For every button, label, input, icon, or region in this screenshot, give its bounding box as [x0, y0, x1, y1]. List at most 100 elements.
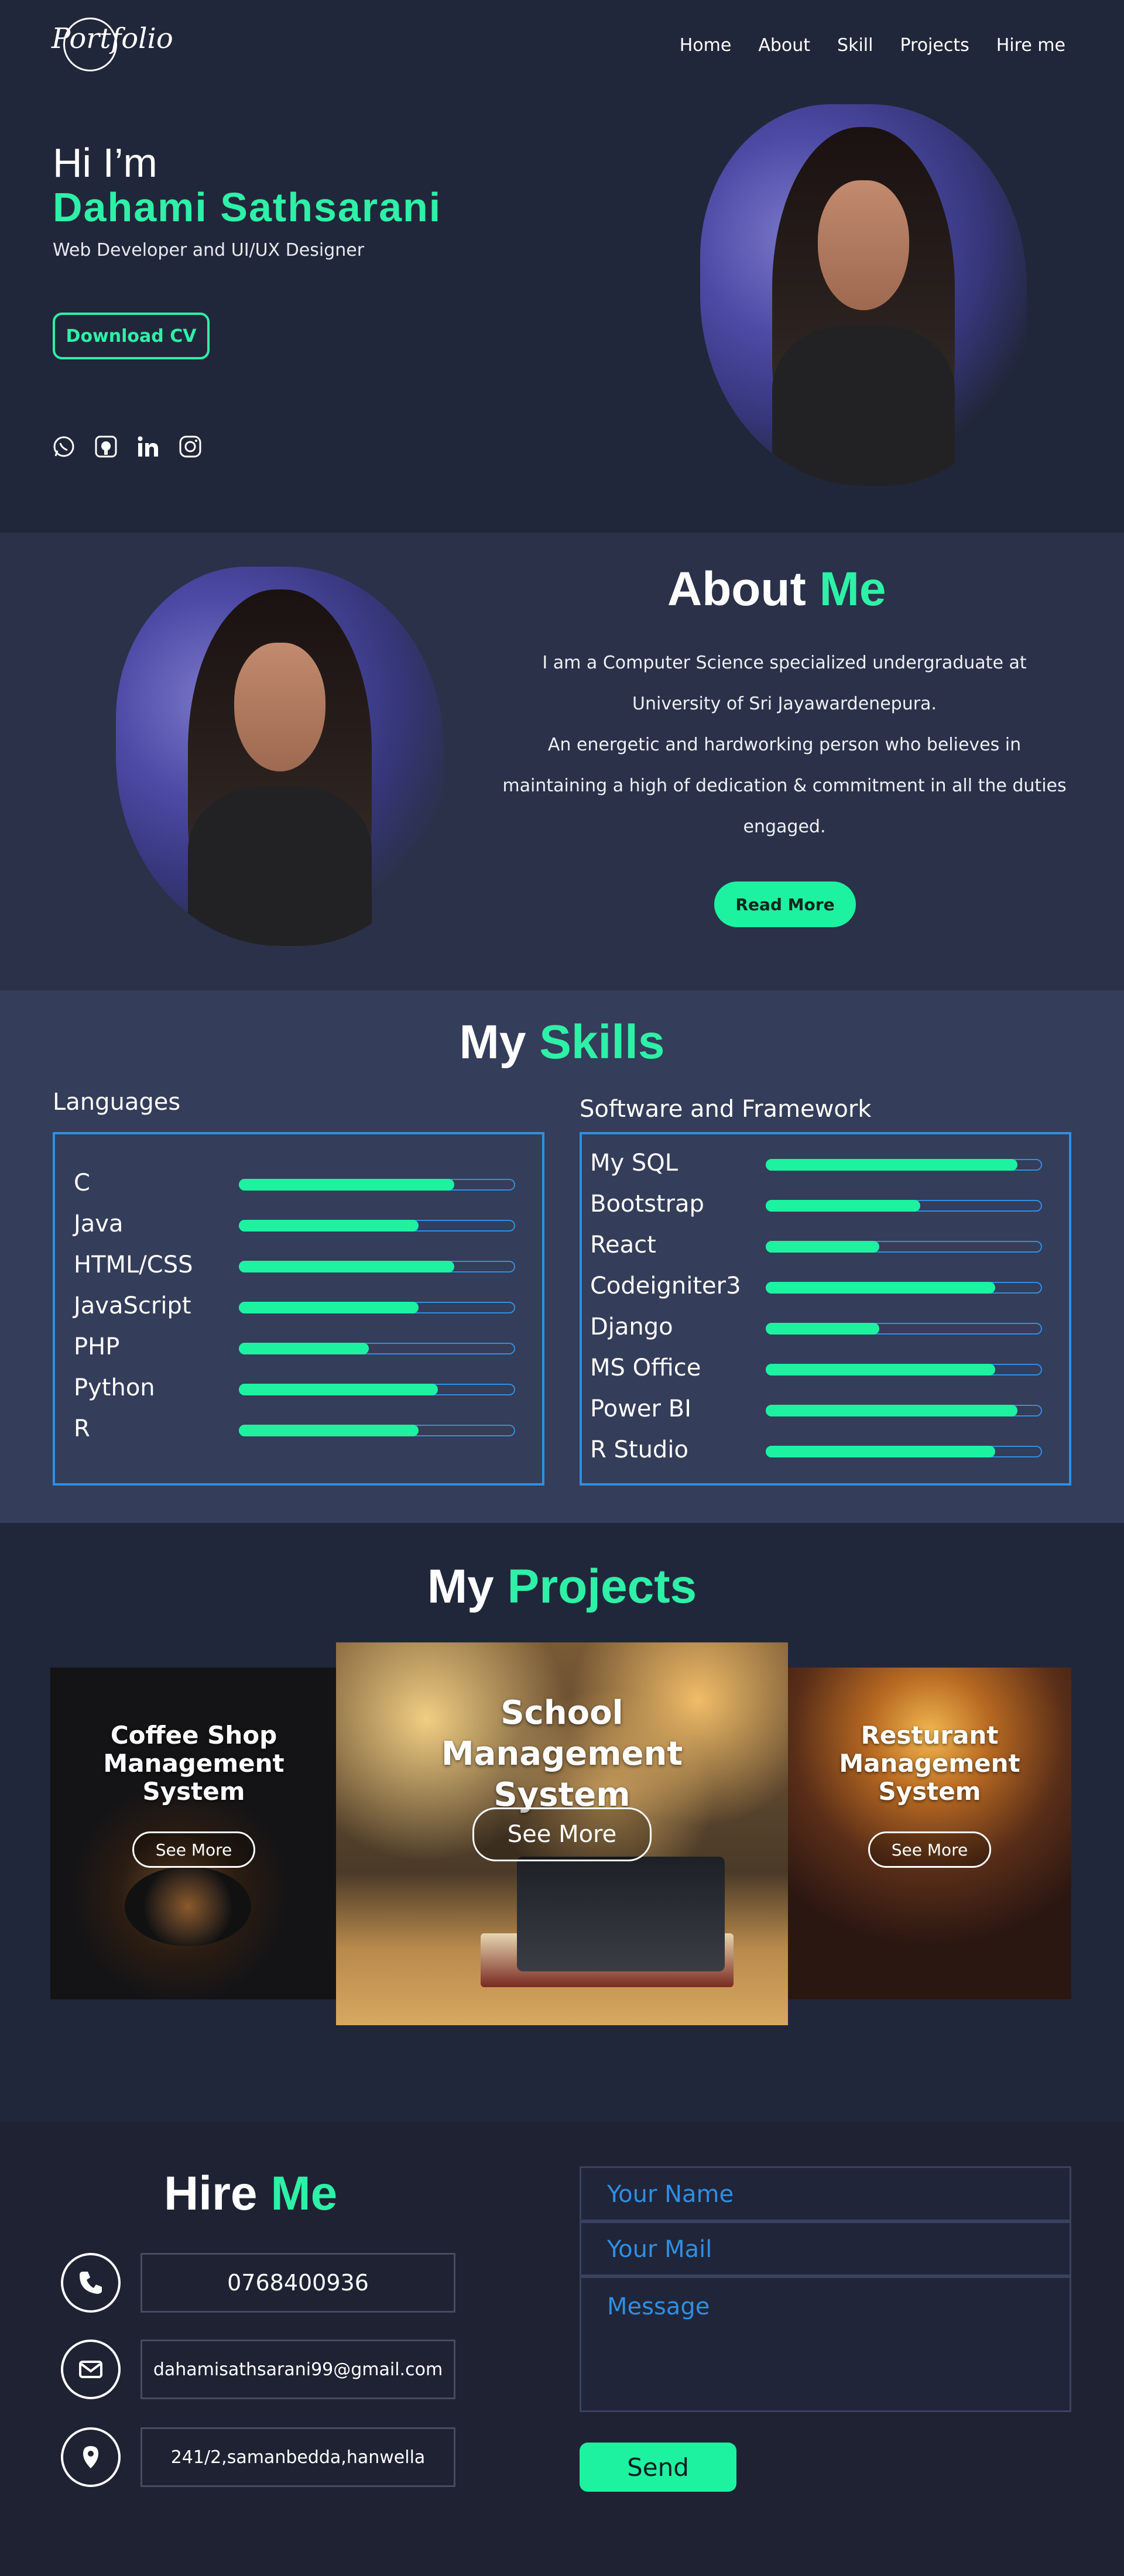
skill-label: R [74, 1415, 90, 1442]
hire-title: Hire Me [164, 2167, 338, 2220]
skill-row: R Studio [582, 1436, 1069, 1477]
read-more-button[interactable]: Read More [714, 881, 856, 927]
project-card-coffee-shop[interactable]: Coffee Shop Management System See More [50, 1668, 337, 1999]
hero-portrait-image [700, 104, 1027, 486]
message-textarea[interactable]: Message [580, 2276, 1071, 2412]
email-address[interactable]: dahamisathsarani99@gmail.com [140, 2340, 455, 2399]
whatsapp-icon[interactable] [52, 434, 76, 459]
skill-progress-fill [239, 1302, 419, 1313]
nav-hire-me[interactable]: Hire me [996, 35, 1065, 56]
mail-input[interactable]: Your Mail [580, 2221, 1071, 2276]
github-icon[interactable] [94, 434, 118, 459]
name-input[interactable]: Your Name [580, 2166, 1071, 2221]
hero-name: Dahami Sathsarani [53, 184, 442, 230]
projects-title: My Projects [427, 1560, 697, 1613]
about-portrait-image [116, 567, 444, 946]
send-button[interactable]: Send [580, 2443, 736, 2492]
coffee-cup-image [125, 1867, 251, 1947]
nav-skill[interactable]: Skill [837, 35, 873, 56]
graduation-cap-image [516, 1857, 725, 1972]
skill-label: HTML/CSS [74, 1251, 193, 1278]
skill-progress-track [239, 1220, 515, 1232]
skill-label: C [74, 1169, 90, 1196]
languages-panel: C Java HTML/CSS JavaScript PHP Python R [53, 1132, 544, 1486]
nav-projects[interactable]: Projects [900, 35, 969, 56]
hero-role: Web Developer and UI/UX Designer [53, 240, 365, 260]
about-title: About Me [667, 562, 886, 616]
skills-section: My Skills Languages Software and Framewo… [0, 990, 1124, 1523]
see-more-button[interactable]: See More [472, 1807, 652, 1861]
skill-progress-fill [766, 1323, 879, 1335]
about-description: I am a Computer Science specialized unde… [502, 653, 1067, 837]
skill-progress-fill [239, 1384, 438, 1395]
location-pin-icon [61, 2427, 121, 2487]
project-card-restaurant[interactable]: Resturant Management System See More [788, 1668, 1071, 1999]
skill-progress-fill [766, 1159, 1017, 1171]
skill-row: My SQL [582, 1150, 1069, 1191]
skill-progress-track [239, 1261, 515, 1272]
project-title: School Management System [441, 1694, 683, 1814]
hero-greeting: Hi I’m [53, 140, 157, 186]
skill-progress-fill [239, 1425, 419, 1436]
hero-section: Portfolio Home About Skill Projects Hire… [0, 0, 1124, 533]
skills-title: My Skills [459, 1016, 665, 1069]
skill-row: HTML/CSS [55, 1251, 542, 1292]
skill-label: Codeigniter3 [590, 1272, 741, 1299]
project-title: Coffee Shop Management System [103, 1721, 285, 1806]
main-nav: Home About Skill Projects Hire me [680, 35, 1065, 56]
skill-row: Power BI [582, 1395, 1069, 1436]
skill-label: Bootstrap [590, 1191, 704, 1217]
skill-progress-fill [766, 1364, 995, 1376]
skill-label: Power BI [590, 1395, 691, 1422]
skill-progress-track [766, 1364, 1042, 1376]
project-card-school[interactable]: School Management System See More [336, 1642, 788, 2025]
software-panel: My SQL Bootstrap React Codeigniter3 Django MS… [580, 1132, 1071, 1486]
skill-progress-fill [239, 1261, 454, 1272]
skill-progress-fill [766, 1200, 920, 1212]
skill-progress-track [766, 1323, 1042, 1335]
skill-progress-fill [766, 1405, 1017, 1416]
see-more-button[interactable]: See More [132, 1831, 255, 1868]
skill-progress-track [766, 1446, 1042, 1457]
skill-label: Java [74, 1210, 124, 1237]
see-more-button[interactable]: See More [868, 1831, 991, 1868]
skill-label: MS Office [590, 1354, 701, 1381]
skill-row: PHP [55, 1333, 542, 1374]
skill-progress-track [766, 1159, 1042, 1171]
skill-progress-track [239, 1179, 515, 1191]
software-heading: Software and Framework [580, 1096, 872, 1123]
logo[interactable]: Portfolio [52, 22, 173, 55]
about-section: About Me I am a Computer Science special… [0, 533, 1124, 990]
skill-progress-track [766, 1405, 1042, 1416]
skill-progress-track [766, 1282, 1042, 1294]
skill-label: PHP [74, 1333, 120, 1360]
nav-home[interactable]: Home [680, 35, 732, 56]
skill-label: Python [74, 1374, 155, 1401]
skill-row: MS Office [582, 1354, 1069, 1395]
phone-number: 0768400936 [140, 2253, 455, 2313]
linkedin-icon[interactable] [136, 434, 160, 459]
languages-heading: Languages [53, 1089, 181, 1116]
skill-progress-fill [766, 1446, 995, 1457]
skill-label: Django [590, 1313, 673, 1340]
download-cv-button[interactable]: Download CV [53, 313, 210, 359]
phone-icon [61, 2253, 121, 2313]
instagram-icon[interactable] [178, 434, 203, 459]
skill-progress-fill [766, 1241, 879, 1253]
nav-about[interactable]: About [758, 35, 810, 56]
address: 241/2,samanbedda,hanwella [140, 2427, 455, 2487]
skill-row: JavaScript [55, 1292, 542, 1333]
skill-row: Codeigniter3 [582, 1272, 1069, 1313]
skill-row: Java [55, 1210, 542, 1251]
skill-row: Bootstrap [582, 1191, 1069, 1232]
hire-section: Hire Me 0768400936 dahamisathsarani99@gm… [0, 2122, 1124, 2576]
skill-progress-fill [766, 1282, 995, 1294]
skill-label: My SQL [590, 1150, 678, 1176]
projects-section: My Projects Coffee Shop Management Syste… [0, 1523, 1124, 2122]
skill-progress-fill [239, 1220, 419, 1232]
mail-icon [61, 2340, 121, 2399]
skill-row: Django [582, 1313, 1069, 1354]
skill-progress-track [766, 1241, 1042, 1253]
skill-progress-track [239, 1425, 515, 1436]
skill-progress-fill [239, 1343, 369, 1354]
